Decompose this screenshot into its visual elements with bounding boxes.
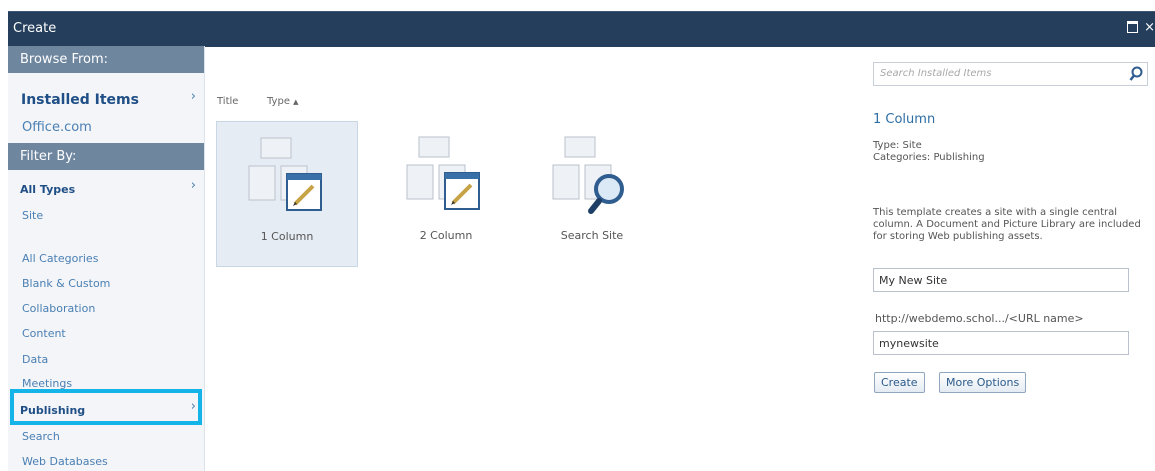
search-installed-items-input[interactable]: Search Installed Items (873, 62, 1148, 86)
close-icon[interactable]: × (1144, 20, 1155, 35)
category-search[interactable]: Search (8, 425, 204, 444)
filter-site-label: Site (22, 209, 44, 222)
category-label: Search (22, 430, 60, 443)
template-tile-2-column[interactable]: 2 Column (375, 121, 517, 267)
browse-from-header: Browse From: (8, 46, 204, 73)
category-label: Web Databases (22, 455, 108, 468)
url-prefix-label: http://webdemo.schol.../<URL name> (875, 312, 1084, 325)
browse-office-com[interactable]: Office.com (8, 116, 204, 135)
filter-all-types-label: All Types (20, 183, 76, 196)
sort-ascending-icon: ▲ (293, 98, 299, 106)
category-label: Collaboration (22, 302, 96, 315)
create-button[interactable]: Create (874, 372, 925, 393)
publishing-highlight-box (10, 389, 202, 425)
site-template-icon (248, 137, 322, 211)
search-placeholder: Search Installed Items (880, 68, 992, 79)
template-tile-search-site[interactable]: Search Site (521, 121, 663, 267)
chevron-right-icon: › (190, 178, 196, 193)
category-collaboration[interactable]: Collaboration (8, 297, 204, 316)
template-details-title: 1 Column (873, 112, 936, 127)
site-template-icon (406, 136, 480, 210)
maximize-icon[interactable] (1127, 21, 1139, 33)
dialog-title: Create (13, 21, 57, 36)
site-title-field[interactable]: My New Site (873, 268, 1129, 292)
category-label: All Categories (22, 252, 99, 265)
template-tile-label: 2 Column (419, 229, 473, 242)
template-categories: Categories: Publishing (873, 152, 985, 163)
template-gallery: Title Type ▲ 1 Column 2 Column Search Si… (205, 46, 860, 471)
search-icon[interactable] (1129, 66, 1143, 82)
column-type-label: Type (267, 96, 290, 107)
details-panel: Search Installed Items 1 Column Type: Si… (870, 46, 1155, 471)
template-tile-1-column[interactable]: 1 Column (216, 121, 358, 267)
browse-office-com-label: Office.com (22, 120, 92, 135)
category-label: Data (22, 353, 49, 366)
search-site-icon (552, 136, 624, 214)
dialog-titlebar: Create × (8, 11, 1155, 47)
category-content[interactable]: Content (8, 322, 204, 341)
filter-by-header: Filter By: (8, 143, 204, 170)
filter-site[interactable]: Site (8, 204, 204, 223)
template-tile-label: 1 Column (260, 230, 314, 243)
template-type: Type: Site (873, 140, 922, 151)
more-options-button[interactable]: More Options (939, 372, 1027, 393)
template-tile-label: Search Site (560, 229, 624, 242)
browse-installed-items-label: Installed Items (21, 92, 139, 108)
category-label: Blank & Custom (22, 277, 111, 290)
category-all-categories[interactable]: All Categories (8, 247, 204, 266)
column-type-header[interactable]: Type ▲ (267, 96, 299, 107)
url-name-field[interactable]: mynewsite (873, 331, 1129, 355)
category-web-databases[interactable]: Web Databases (8, 450, 204, 469)
chevron-right-icon: › (190, 89, 196, 104)
browse-installed-items[interactable]: Installed Items › (8, 89, 204, 108)
filter-all-types[interactable]: All Types › (8, 178, 204, 197)
category-blank-custom[interactable]: Blank & Custom (8, 272, 204, 291)
category-label: Content (22, 327, 66, 340)
column-title-header[interactable]: Title (217, 96, 238, 107)
category-data[interactable]: Data (8, 348, 204, 367)
template-description: This template creates a site with a sing… (873, 207, 1141, 242)
